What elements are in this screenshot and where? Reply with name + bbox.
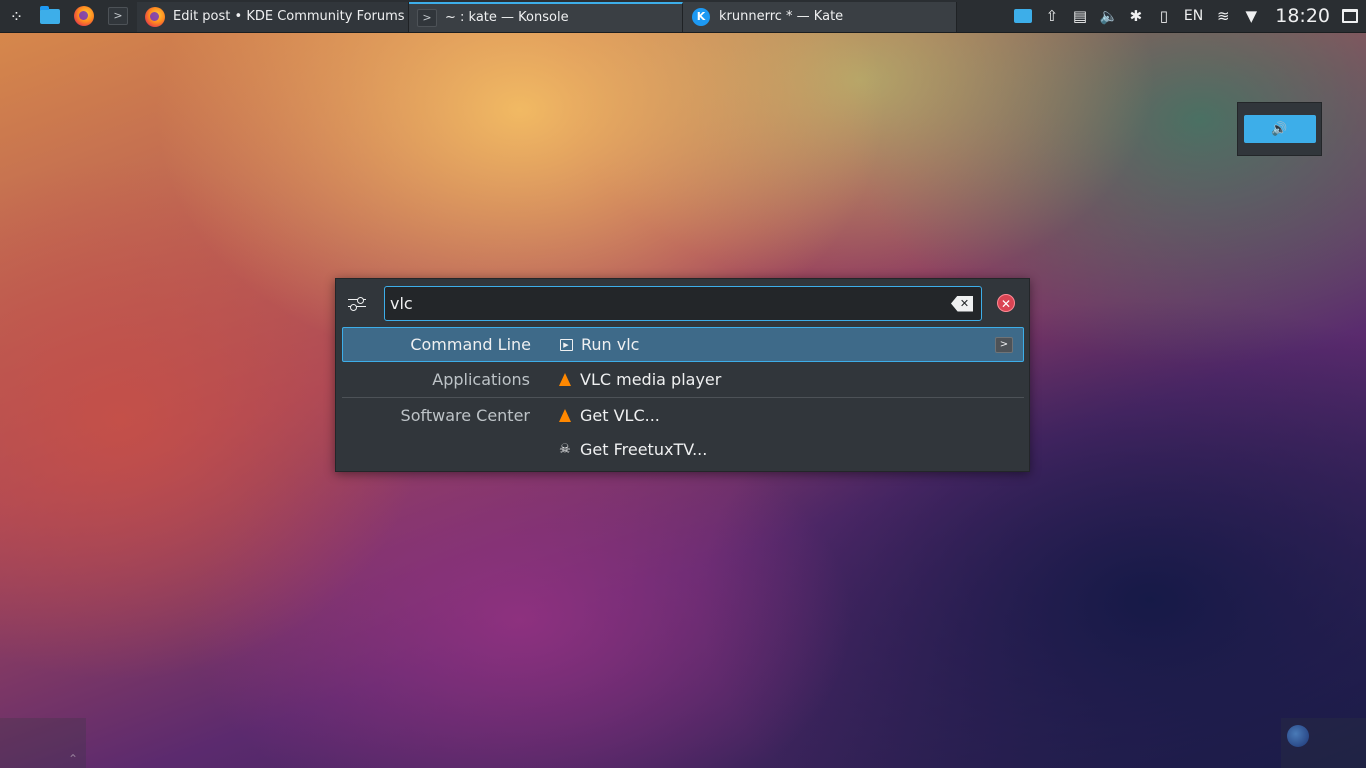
krunner-window: ✕ ✕ Command Line ▶ Run vlc > Application…: [335, 278, 1030, 472]
results-list: Command Line ▶ Run vlc > Applications VL…: [342, 327, 1024, 467]
task-kate[interactable]: K krunnerrc * — Kate: [683, 1, 957, 32]
search-input[interactable]: [385, 287, 951, 320]
result-label: Run vlc: [581, 335, 640, 354]
show-desktop-icon[interactable]: [1342, 9, 1358, 23]
result-category: Software Center: [400, 405, 530, 425]
search-box[interactable]: ✕: [384, 286, 982, 321]
result-item[interactable]: Command Line ▶ Run vlc >: [342, 327, 1024, 362]
bluetooth-icon[interactable]: ✱: [1128, 8, 1144, 24]
tray-expand-icon[interactable]: ▼: [1243, 8, 1259, 24]
wifi-icon[interactable]: ≋: [1215, 8, 1231, 24]
freetuxtv-icon: ☠: [559, 442, 571, 457]
software-updates-icon[interactable]: [1013, 9, 1032, 23]
konsole-launcher[interactable]: >: [101, 0, 135, 33]
result-label: Get VLC...: [580, 405, 660, 425]
task-firefox[interactable]: Edit post • KDE Community Forums — ...: [137, 1, 409, 32]
result-label: VLC media player: [580, 370, 722, 389]
digital-clock[interactable]: 18:20: [1275, 5, 1330, 27]
chevron-up-icon: ⌃: [67, 752, 78, 766]
task-konsole[interactable]: > ~ : kate — Konsole: [409, 1, 683, 32]
terminal-icon: >: [417, 8, 437, 27]
globe-icon: [1287, 725, 1309, 747]
task-title: krunnerrc * — Kate: [719, 9, 844, 24]
kate-icon: K: [692, 7, 710, 26]
update-arrow-icon[interactable]: ⇧: [1044, 8, 1060, 24]
clipboard-icon[interactable]: ▤: [1072, 8, 1088, 24]
application-launcher-icon[interactable]: ⁘: [0, 0, 33, 33]
result-item[interactable]: ☠ Get FreetuxTV...: [342, 432, 1024, 467]
firefox-launcher[interactable]: [67, 0, 101, 33]
volume-osd: 🔊: [1237, 102, 1322, 156]
desktop-widget: [1281, 718, 1366, 768]
close-icon[interactable]: ✕: [997, 294, 1015, 312]
vlc-icon: [559, 373, 571, 386]
result-category: Applications: [432, 370, 530, 389]
firefox-icon: [145, 6, 165, 27]
volume-icon[interactable]: 🔈: [1100, 8, 1119, 24]
task-title: Edit post • KDE Community Forums — ...: [173, 9, 408, 24]
volume-icon: 🔊: [1271, 121, 1288, 137]
result-label: Get FreetuxTV...: [580, 440, 708, 459]
folder-icon: [40, 5, 60, 24]
clear-text-icon[interactable]: ✕: [951, 295, 973, 312]
result-item[interactable]: Applications VLC media player: [342, 362, 1024, 397]
terminal-icon: >: [108, 7, 128, 25]
desktop-toolbox[interactable]: ⌃: [0, 718, 86, 768]
result-item[interactable]: Software Center Get VLC...: [342, 397, 1024, 432]
volume-osd-bar: 🔊: [1243, 115, 1316, 143]
task-title: ~ : kate — Konsole: [445, 10, 569, 25]
top-panel: ⁘ > Edit post • KDE Community Forums — .…: [0, 0, 1366, 33]
file-manager-launcher[interactable]: [33, 0, 67, 33]
configure-icon[interactable]: [348, 291, 372, 315]
result-category: Command Line: [410, 335, 531, 354]
actions-arrow-icon[interactable]: >: [995, 337, 1013, 353]
system-tray: ⇧ ▤ 🔈 ✱ ▯ EN ≋ ▼ 18:20: [1013, 5, 1366, 27]
firefox-icon: [74, 6, 94, 26]
keyboard-layout[interactable]: EN: [1184, 8, 1203, 24]
battery-icon[interactable]: ▯: [1156, 8, 1172, 24]
run-command-icon: ▶: [559, 338, 573, 351]
vlc-icon: [559, 408, 571, 422]
